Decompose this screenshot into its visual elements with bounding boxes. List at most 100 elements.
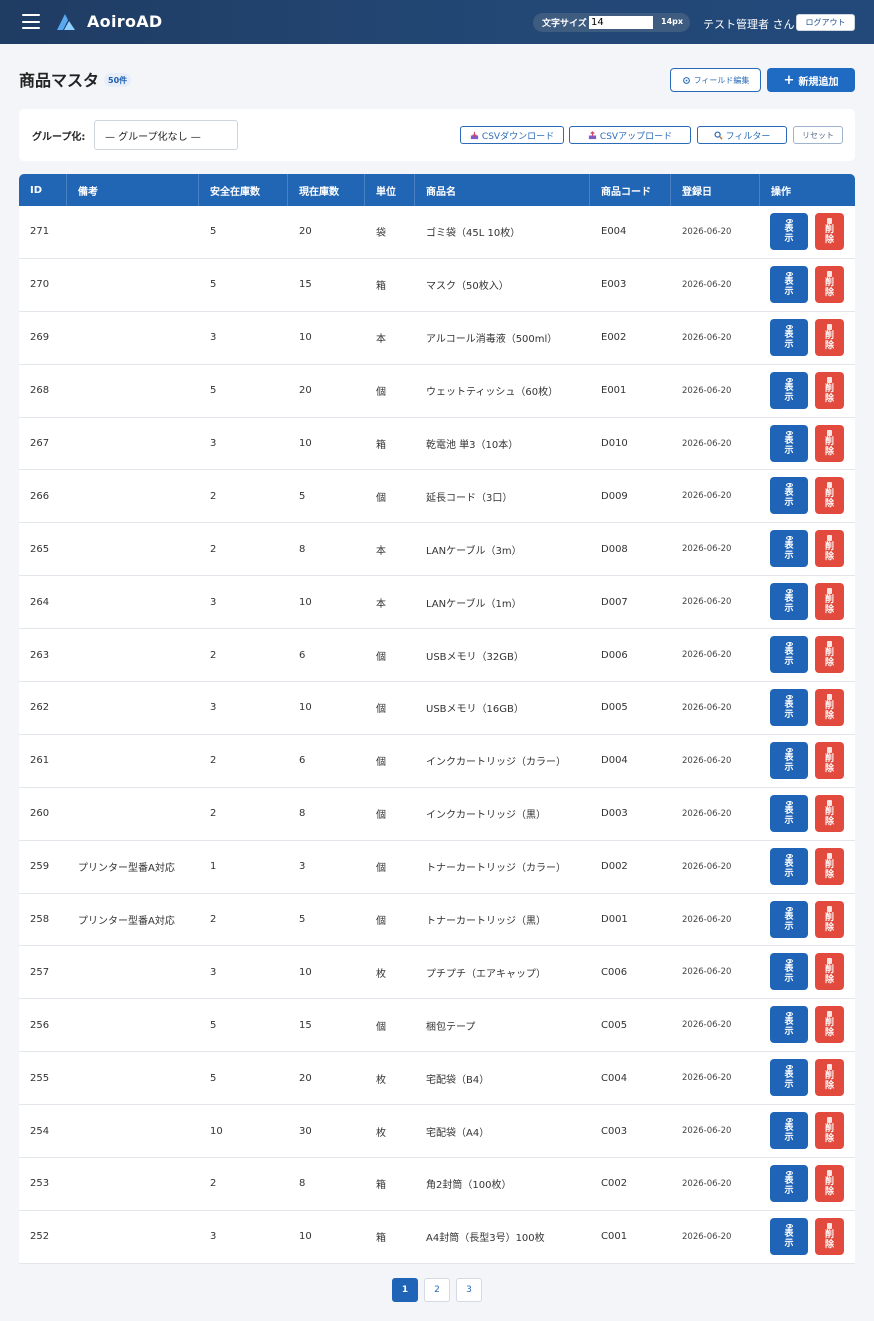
page-button-3[interactable]: 3: [456, 1278, 482, 1302]
view-label: 表: [784, 224, 794, 234]
delete-button[interactable]: 削除: [815, 424, 844, 462]
cell-product-code: D003: [601, 808, 628, 820]
delete-button[interactable]: 削除: [815, 371, 844, 409]
delete-button[interactable]: 削除: [815, 318, 844, 356]
col-unit[interactable]: 単位: [365, 174, 415, 206]
delete-button[interactable]: 削除: [815, 689, 844, 727]
delete-label: 除: [824, 816, 834, 827]
cell-safety-stock: 1: [210, 861, 217, 873]
trash-icon: [827, 1011, 832, 1018]
field-edit-button[interactable]: フィールド編集: [670, 68, 761, 92]
view-button[interactable]: 表示: [770, 636, 808, 674]
view-button[interactable]: 表示: [770, 900, 808, 938]
cell-product-name: 乾電池 単3（10本）: [426, 440, 519, 451]
cell-safety-stock: 3: [210, 438, 217, 449]
col-product-name[interactable]: 商品名: [415, 174, 590, 206]
font-size-input[interactable]: [589, 16, 653, 29]
delete-label: 除: [824, 763, 834, 774]
table-row: 261 2 6 個インクカートリッジ（カラー） D004 2026-06-20 表示削除: [19, 735, 855, 788]
view-label: 表: [784, 964, 794, 975]
view-button[interactable]: 表示: [770, 794, 808, 832]
logout-button[interactable]: ログアウト: [796, 14, 855, 31]
eye-icon: [785, 1065, 793, 1070]
view-label: 示: [784, 286, 794, 297]
trash-icon: [827, 852, 832, 859]
view-button[interactable]: 表示: [770, 265, 808, 303]
col-safety-stock[interactable]: 安全在庫数: [199, 174, 288, 206]
col-registered-date[interactable]: 登録日: [671, 174, 760, 206]
page-button-1[interactable]: 1: [392, 1278, 418, 1302]
cell-safety-stock: 2: [210, 1178, 217, 1190]
group-by-select[interactable]: — グループ化なし —: [94, 120, 238, 150]
view-button[interactable]: 表示: [770, 1112, 808, 1150]
toolbar-card: グループ化: — グループ化なし — CSVダウンロード CSVアップロード フ…: [19, 109, 855, 161]
table-row: 256 5 15 個梱包テープ C005 2026-06-20 表示削除: [19, 999, 855, 1053]
delete-button[interactable]: 削除: [815, 213, 844, 250]
col-id[interactable]: ID: [19, 174, 67, 206]
top-bar: AoiroAD 文字サイズ 14px テスト管理者 さん ログアウト: [0, 0, 874, 44]
view-button[interactable]: 表示: [770, 530, 808, 568]
cell-id: 271: [30, 226, 50, 238]
col-current-stock[interactable]: 現在庫数: [288, 174, 365, 206]
view-button[interactable]: 表示: [770, 583, 808, 621]
cell-note: [67, 946, 199, 998]
delete-button[interactable]: 削除: [815, 900, 844, 938]
record-count-badge: 50件: [104, 73, 132, 87]
view-label: 示: [784, 498, 794, 509]
filter-button[interactable]: フィルター: [697, 126, 787, 144]
cell-note: [67, 470, 199, 522]
brand-name[interactable]: AoiroAD: [87, 12, 163, 31]
col-product-code[interactable]: 商品コード: [590, 174, 671, 206]
view-button[interactable]: 表示: [770, 1217, 808, 1255]
delete-button[interactable]: 削除: [815, 1112, 844, 1150]
table-row: 269 3 10 本アルコール消毒液（500ml） E002 2026-06-20 表示削除: [19, 312, 855, 365]
group-by-label: グループ化:: [32, 132, 86, 143]
delete-button[interactable]: 削除: [815, 794, 844, 832]
delete-button[interactable]: 削除: [815, 477, 844, 515]
trash-icon: [827, 1170, 832, 1177]
view-button[interactable]: 表示: [770, 953, 808, 991]
view-button[interactable]: 表示: [770, 689, 808, 727]
delete-button[interactable]: 削除: [815, 530, 844, 568]
cell-current-stock: 10: [299, 1231, 312, 1243]
view-button[interactable]: 表示: [770, 1165, 808, 1203]
view-button[interactable]: 表示: [770, 1006, 808, 1044]
cell-current-stock: 10: [299, 438, 312, 449]
cell-note: [67, 1105, 199, 1157]
delete-button[interactable]: 削除: [815, 953, 844, 991]
csv-upload-button[interactable]: CSVアップロード: [569, 126, 691, 144]
delete-button[interactable]: 削除: [815, 1165, 844, 1203]
reset-button[interactable]: リセット: [793, 126, 843, 144]
delete-label: 削: [824, 1124, 834, 1135]
delete-button[interactable]: 削除: [815, 1217, 844, 1255]
delete-button[interactable]: 削除: [815, 741, 844, 779]
page-button-2[interactable]: 2: [424, 1278, 450, 1302]
col-note[interactable]: 備考: [67, 174, 199, 206]
view-button[interactable]: 表示: [770, 318, 808, 356]
view-button[interactable]: 表示: [770, 1059, 808, 1097]
cell-current-stock: 15: [299, 1019, 312, 1031]
cell-product-code: D005: [601, 702, 628, 714]
view-button[interactable]: 表示: [770, 213, 808, 250]
cell-unit: 個: [376, 492, 386, 504]
hamburger-menu-icon[interactable]: [22, 14, 40, 29]
cell-unit: 箱: [376, 1180, 386, 1192]
cell-product-name: USBメモリ（32GB）: [426, 651, 524, 663]
delete-button[interactable]: 削除: [815, 265, 844, 303]
view-button[interactable]: 表示: [770, 847, 808, 885]
delete-button[interactable]: 削除: [815, 583, 844, 621]
table-header: ID 備考 安全在庫数 現在庫数 単位 商品名 商品コード 登録日 操作: [19, 174, 855, 206]
cell-product-name: トナーカートリッジ（黒）: [426, 916, 546, 928]
cell-unit: 個: [376, 387, 386, 399]
csv-download-button[interactable]: CSVダウンロード: [460, 126, 564, 144]
delete-button[interactable]: 削除: [815, 847, 844, 885]
delete-button[interactable]: 削除: [815, 1006, 844, 1044]
add-new-button[interactable]: + 新規追加: [767, 68, 855, 92]
view-label: 示: [784, 762, 794, 773]
view-button[interactable]: 表示: [770, 741, 808, 779]
view-button[interactable]: 表示: [770, 477, 808, 515]
view-button[interactable]: 表示: [770, 371, 808, 409]
delete-button[interactable]: 削除: [815, 1059, 844, 1097]
view-button[interactable]: 表示: [770, 424, 808, 462]
delete-button[interactable]: 削除: [815, 636, 844, 674]
